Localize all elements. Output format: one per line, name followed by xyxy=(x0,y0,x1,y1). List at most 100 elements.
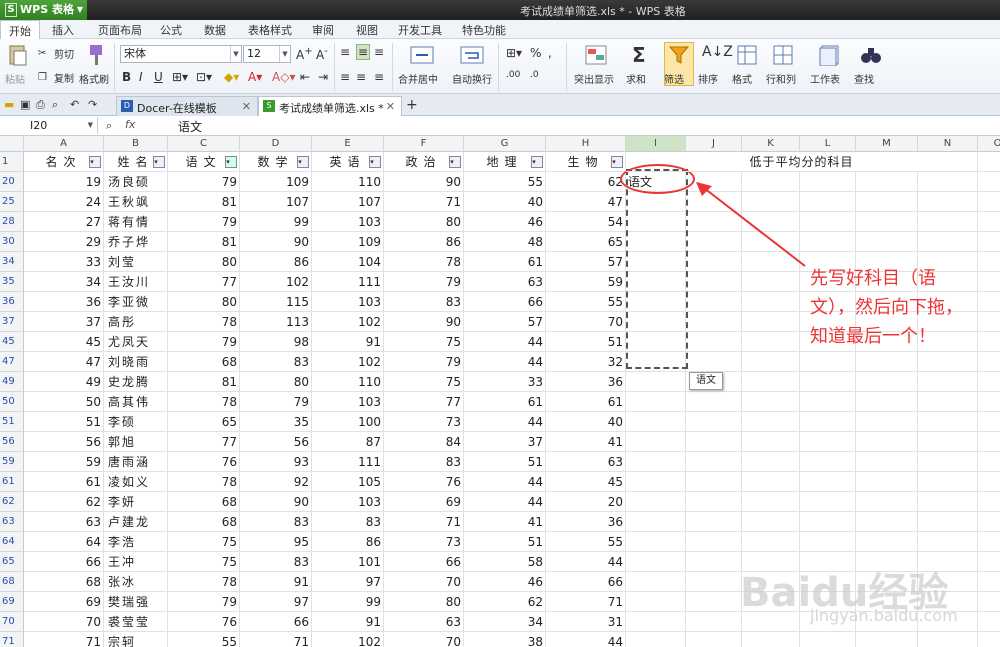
score-cell[interactable]: 75 xyxy=(168,552,240,572)
score-cell[interactable]: 70 xyxy=(546,312,626,332)
score-cell[interactable]: 79 xyxy=(384,352,464,372)
grid-cell[interactable] xyxy=(918,452,978,472)
grid-cell[interactable] xyxy=(978,252,1000,272)
filter-button[interactable]: 筛选 xyxy=(664,71,684,86)
column-header-f[interactable]: F xyxy=(384,136,464,152)
score-cell[interactable]: 80 xyxy=(384,592,464,612)
score-cell[interactable]: 66 xyxy=(464,292,546,312)
score-cell[interactable]: 51 xyxy=(546,332,626,352)
score-cell[interactable]: 107 xyxy=(240,192,312,212)
column-header-n[interactable]: N xyxy=(918,136,978,152)
grid-cell[interactable] xyxy=(686,512,742,532)
score-cell[interactable]: 50 xyxy=(24,392,104,412)
menu-2[interactable]: 页面布局 xyxy=(98,22,142,38)
student-name-cell[interactable]: 高其伟 xyxy=(104,392,168,412)
subject-cell[interactable] xyxy=(626,432,686,452)
score-cell[interactable]: 51 xyxy=(24,412,104,432)
score-cell[interactable]: 33 xyxy=(24,252,104,272)
merge-center-button[interactable]: 合并居中 xyxy=(398,71,438,86)
grid-cell[interactable] xyxy=(742,632,800,647)
score-cell[interactable]: 97 xyxy=(240,592,312,612)
score-cell[interactable]: 54 xyxy=(546,212,626,232)
wps-app-menu-button[interactable]: S WPS 表格 ▼ xyxy=(0,0,87,20)
grid-cell[interactable] xyxy=(686,452,742,472)
sort-button[interactable]: 排序 xyxy=(698,71,718,86)
subject-cell[interactable] xyxy=(626,372,686,392)
score-cell[interactable]: 51 xyxy=(464,532,546,552)
score-cell[interactable]: 75 xyxy=(168,532,240,552)
score-cell[interactable]: 110 xyxy=(312,172,384,192)
score-cell[interactable]: 91 xyxy=(312,332,384,352)
grid-cell[interactable] xyxy=(742,392,800,412)
grid-cell[interactable] xyxy=(686,292,742,312)
score-cell[interactable]: 78 xyxy=(168,392,240,412)
score-cell[interactable]: 56 xyxy=(240,432,312,452)
increase-decimal-icon[interactable]: .00 xyxy=(506,70,520,80)
student-name-cell[interactable]: 凌如义 xyxy=(104,472,168,492)
wrap-text-icon[interactable] xyxy=(460,45,484,69)
score-cell[interactable]: 71 xyxy=(384,512,464,532)
grid-cell[interactable] xyxy=(978,192,1000,212)
grid-cell[interactable] xyxy=(856,212,918,232)
cell-style-button[interactable]: ⊡▾ xyxy=(196,70,212,84)
grid-cell[interactable] xyxy=(800,372,856,392)
grid-cell[interactable] xyxy=(856,412,918,432)
worksheet-button[interactable]: 工作表 xyxy=(810,71,840,86)
score-cell[interactable]: 36 xyxy=(546,512,626,532)
decrease-decimal-icon[interactable]: .0 xyxy=(530,70,539,80)
grid-cell[interactable] xyxy=(686,272,742,292)
score-cell[interactable]: 101 xyxy=(312,552,384,572)
student-name-cell[interactable]: 蒋有情 xyxy=(104,212,168,232)
grid-cell[interactable] xyxy=(686,612,742,632)
score-cell[interactable]: 78 xyxy=(168,572,240,592)
wrap-text-button[interactable]: 自动换行 xyxy=(452,71,492,86)
score-cell[interactable]: 45 xyxy=(24,332,104,352)
highlight-button[interactable]: 突出显示 xyxy=(574,71,614,86)
subject-cell[interactable] xyxy=(626,512,686,532)
grid-cell[interactable] xyxy=(918,172,978,192)
score-cell[interactable]: 55 xyxy=(546,532,626,552)
student-name-cell[interactable]: 李浩 xyxy=(104,532,168,552)
subject-cell[interactable] xyxy=(626,632,686,647)
row-header[interactable]: 62 xyxy=(0,492,24,512)
menu-9[interactable]: 特色功能 xyxy=(462,22,506,38)
score-cell[interactable]: 111 xyxy=(312,272,384,292)
outdent-icon[interactable]: ⇥ xyxy=(318,70,328,84)
column-header-m[interactable]: M xyxy=(856,136,918,152)
score-cell[interactable]: 109 xyxy=(240,172,312,192)
score-cell[interactable]: 68 xyxy=(168,352,240,372)
font-color-icon[interactable]: A▾ xyxy=(248,70,262,84)
row-header[interactable]: 36 xyxy=(0,292,24,312)
header-cell[interactable]: 姓名 ▾ xyxy=(104,152,168,172)
score-cell[interactable]: 83 xyxy=(240,512,312,532)
score-cell[interactable]: 80 xyxy=(384,212,464,232)
sort-icon[interactable]: A↓Z xyxy=(702,44,733,68)
row-header[interactable]: 1 xyxy=(0,152,24,172)
score-cell[interactable]: 90 xyxy=(240,492,312,512)
score-cell[interactable]: 49 xyxy=(24,372,104,392)
grid-cell[interactable] xyxy=(978,492,1000,512)
menu-4[interactable]: 数据 xyxy=(204,22,226,38)
score-cell[interactable]: 35 xyxy=(240,412,312,432)
grid-cell[interactable] xyxy=(800,472,856,492)
binoculars-icon[interactable] xyxy=(860,44,884,68)
score-cell[interactable]: 59 xyxy=(546,272,626,292)
grid-cell[interactable] xyxy=(978,172,1000,192)
currency-format-icon[interactable]: ⊞▾ xyxy=(506,46,522,60)
find-button[interactable]: 查找 xyxy=(854,71,874,86)
score-cell[interactable]: 71 xyxy=(546,592,626,612)
header-cell[interactable]: 地理 ▾ xyxy=(464,152,546,172)
select-all-corner[interactable] xyxy=(0,136,24,152)
score-cell[interactable]: 63 xyxy=(464,272,546,292)
column-header-e[interactable]: E xyxy=(312,136,384,152)
score-cell[interactable]: 47 xyxy=(546,192,626,212)
student-name-cell[interactable]: 汤良硕 xyxy=(104,172,168,192)
grid-cell[interactable] xyxy=(742,372,800,392)
percent-format-button[interactable]: % xyxy=(530,46,541,60)
score-cell[interactable]: 20 xyxy=(546,492,626,512)
score-cell[interactable]: 80 xyxy=(240,372,312,392)
score-cell[interactable]: 100 xyxy=(312,412,384,432)
score-cell[interactable]: 44 xyxy=(464,472,546,492)
grid-cell[interactable] xyxy=(978,352,1000,372)
score-cell[interactable]: 44 xyxy=(546,552,626,572)
